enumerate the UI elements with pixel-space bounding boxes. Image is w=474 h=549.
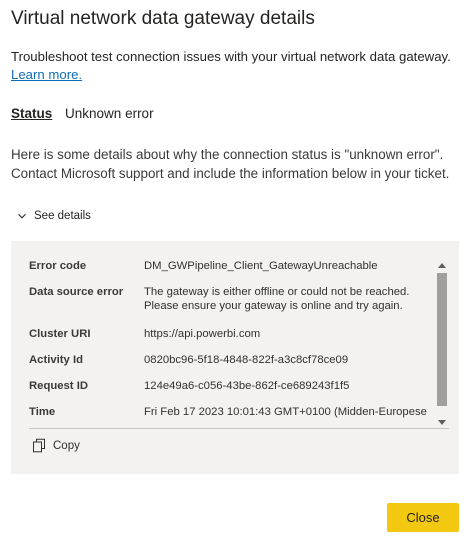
copy-icon	[33, 438, 45, 453]
detail-row-activity-id: Activity Id 0820bc96-5f18-4848-822f-a3c8…	[29, 353, 431, 379]
detail-key: Activity Id	[29, 354, 83, 366]
detail-value: 0820bc96-5f18-4848-822f-a3c8cf78ce09	[144, 354, 349, 366]
details-list: Error code DM_GWPipeline_Client_GatewayU…	[29, 259, 431, 425]
panel-divider	[29, 428, 449, 429]
detail-row-cluster-uri: Cluster URI https://api.powerbi.com	[29, 327, 431, 353]
scroll-up-arrow-icon[interactable]	[438, 263, 446, 268]
dialog-title: Virtual network data gateway details	[11, 8, 315, 29]
description-text: Troubleshoot test connection issues with…	[11, 49, 451, 64]
error-explanation: Here is some details about why the conne…	[11, 147, 450, 181]
copy-label: Copy	[53, 439, 80, 452]
learn-more-link[interactable]: Learn more.	[11, 67, 82, 82]
detail-value: https://api.powerbi.com	[144, 328, 261, 340]
detail-key: Request ID	[29, 380, 89, 392]
chevron-down-icon	[18, 213, 26, 219]
scroll-thumb[interactable]	[437, 273, 447, 406]
detail-row-request-id: Request ID 124e49a6-c056-43be-862f-ce689…	[29, 379, 431, 405]
detail-key: Data source error	[29, 286, 124, 298]
copy-button[interactable]: Copy	[32, 438, 80, 453]
detail-key: Time	[29, 406, 56, 418]
detail-row-time: Time Fri Feb 17 2023 10:01:43 GMT+0100 (…	[29, 405, 431, 425]
detail-value: Fri Feb 17 2023 10:01:43 GMT+0100 (Midde…	[144, 406, 427, 418]
status-value: Unknown error	[65, 106, 154, 121]
detail-value: DM_GWPipeline_Client_GatewayUnreachable	[144, 260, 378, 272]
close-button[interactable]: Close	[387, 503, 459, 532]
details-scrollbar[interactable]	[437, 263, 447, 425]
detail-value: The gateway is either offline or could n…	[144, 286, 410, 312]
see-details-toggle[interactable]: See details	[17, 210, 91, 222]
details-panel: Error code DM_GWPipeline_Client_GatewayU…	[11, 241, 459, 474]
detail-row-data-source-error: Data source error The gateway is either …	[29, 285, 431, 327]
status-row: Status Unknown error	[11, 106, 154, 121]
see-details-label: See details	[34, 210, 91, 222]
dialog-description: Troubleshoot test connection issues with…	[11, 48, 463, 84]
detail-row-error-code: Error code DM_GWPipeline_Client_GatewayU…	[29, 259, 431, 285]
detail-value: 124e49a6-c056-43be-862f-ce689243f1f5	[144, 380, 350, 392]
detail-key: Cluster URI	[29, 328, 91, 340]
status-label: Status	[11, 106, 53, 121]
scroll-down-arrow-icon[interactable]	[438, 420, 446, 425]
detail-key: Error code	[29, 260, 87, 272]
